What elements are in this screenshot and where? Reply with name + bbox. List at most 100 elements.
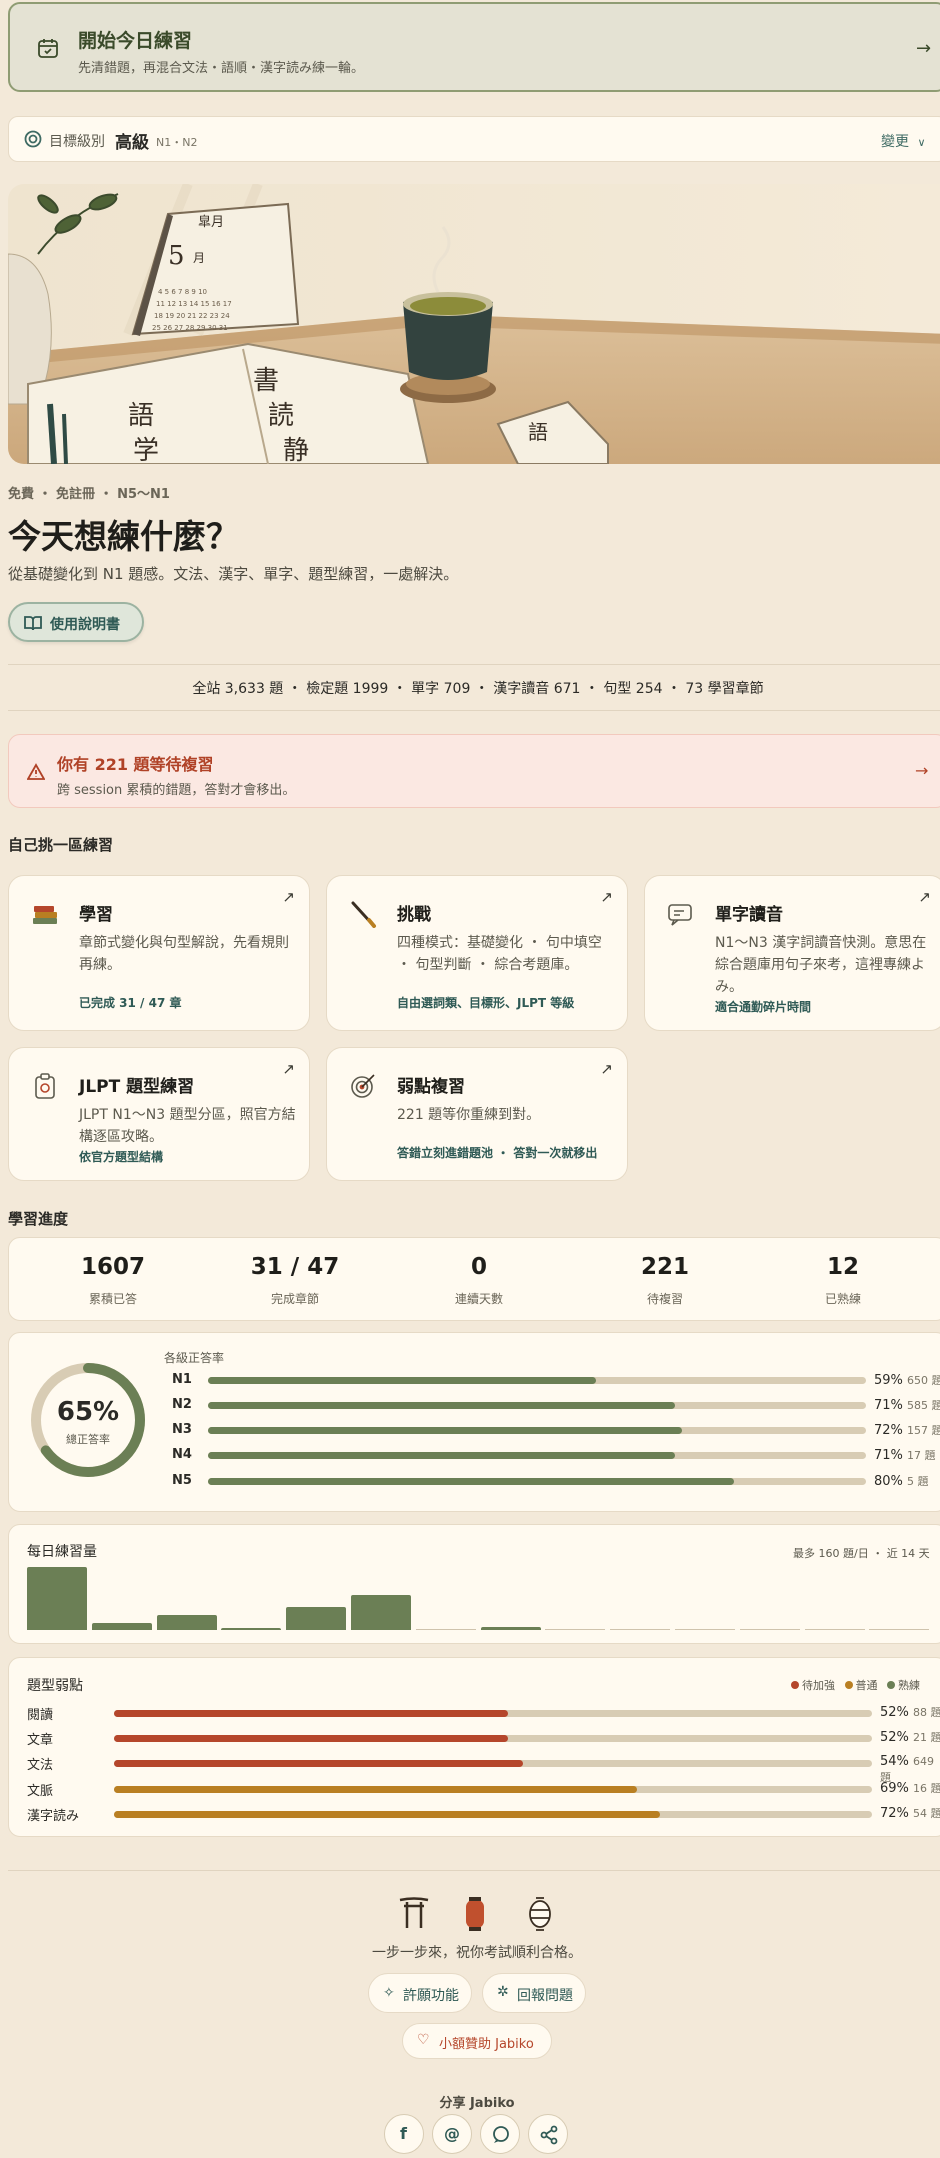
accuracy-heading: 各級正答率 [164,1351,225,1365]
review-alert-title: 你有 221 題等待複習 [57,755,214,774]
svg-text:25 26 27 28 29 30 31: 25 26 27 28 29 30 31 [152,324,228,332]
kpi-card: 1607 累積已答 31 / 47 完成章節 0 連續天數 221 待複習 12 已熟練 [8,1237,940,1321]
share-facebook-button[interactable]: f [384,2114,424,2154]
share-icon [540,2125,558,2145]
mode-desc: 章節式變化與句型解說，先看規則再練。 [79,935,289,973]
user-manual-button[interactable]: 使用說明書 [8,602,144,642]
warning-icon [27,763,45,780]
chart-bar-empty [869,1629,930,1630]
level-name: N2 [172,1397,192,1412]
level-accuracy-track [208,1377,866,1384]
calendar-day-text: 5 [168,241,185,271]
target-icon [24,130,42,148]
mode-tile-weakness-review[interactable]: 弱點複習 221 題等你重練到對。 答錯立刻進錯題池 ・ 答對一次就移出 ↗ [326,1047,628,1181]
chart-bar-empty [545,1629,606,1630]
mode-desc: JLPT N1〜N3 題型分區，照官方結構逐區攻略。 [79,1107,296,1145]
chart-note: 最多 160 題/日 ・ 近 14 天 [793,1547,930,1560]
target-level-selector[interactable]: 目標級別 高級 N1・N2 變更 ∨ [8,116,940,162]
weakness-pct: 52% 21 題 [880,1729,940,1745]
level-pct: 71% [874,1398,903,1413]
mode-tile-vocab-reading[interactable]: 單字讀音 N1〜N3 漢字詞讀音快測。意思在綜合題庫用句子來考，這裡專練よみ。 … [644,875,940,1031]
weakness-track [114,1710,872,1717]
weakness-track [114,1786,872,1793]
chart-bar [156,1615,217,1630]
change-level-label: 變更 [881,134,909,150]
mode-tile-challenge[interactable]: 挑戰 四種模式：基礎變化 ・ 句中填空 ・ 句型判斷 ・ 綜合考題庫。 自由選詞… [326,875,628,1031]
level-count: 17 題 [907,1449,936,1462]
calendar-icon [38,39,58,58]
level-accuracy-pct: 59% 650 題 [874,1372,940,1388]
user-manual-label: 使用說明書 [50,617,120,633]
weakness-fill [114,1811,660,1818]
mode-title: 弱點複習 [397,1077,465,1097]
level-count: 5 題 [907,1475,929,1488]
share-link-button[interactable] [528,2114,568,2154]
weakness-pct: 52% 88 題 [880,1704,940,1720]
book-char-3: 書 [253,366,279,396]
book-char-2: 学 [133,436,159,464]
book-char-1: 語 [128,401,154,431]
weakness-pct-value: 69% [880,1781,909,1796]
share-threads-button[interactable]: @ [432,2114,472,2154]
wish-button[interactable]: ✧ 許願功能 [368,1973,472,2013]
speech-icon [668,904,692,926]
level-name: N3 [172,1422,192,1437]
mode-footer: 自由選詞類、目標形、JLPT 等級 [397,996,575,1010]
modes-heading: 自己挑一區練習 [8,836,114,854]
level-count: 650 題 [907,1374,940,1387]
weakness-pct-value: 52% [880,1705,909,1720]
arrow-right-icon: ↗ [282,888,295,906]
bug-icon: ✲ [497,1984,509,2000]
arrow-right-icon: ↗ [282,1060,295,1078]
torii-icon [399,1897,429,1928]
clipboard-icon [35,1073,55,1099]
change-level-button[interactable]: 變更 ∨ [881,131,926,151]
weakness-count: 21 題 [913,1731,940,1744]
progress-heading: 學習進度 [8,1210,69,1228]
calendar-unit-text: 月 [193,251,205,265]
page-title: 今天想練什麼？ [8,517,239,556]
weakness-fill [114,1735,509,1742]
review-alert[interactable]: 你有 221 題等待複習 跨 session 累積的錯題，答對才會移出。 → [8,734,940,808]
share-line-button[interactable] [480,2114,520,2154]
chat-bubble-icon [493,2126,509,2143]
brush-icon [351,901,376,928]
weakness-count: 88 題 [913,1706,940,1719]
legend-label: 普通 [855,1679,878,1692]
report-button[interactable]: ✲ 回報問題 [482,1973,586,2013]
weakness-name: 文章 [27,1733,54,1748]
weakness-track [114,1811,872,1818]
legend-dot [791,1681,799,1689]
level-accuracy-fill [208,1402,676,1409]
level-accuracy-pct: 71% 17 題 [874,1447,936,1463]
level-accuracy-track [208,1427,866,1434]
hero-tagline: 免費 ・ 免註冊 ・ N5〜N1 [8,487,170,502]
level-pct: 80% [874,1474,903,1489]
chevron-down-icon: ∨ [917,136,926,149]
facebook-icon: f [400,2124,407,2143]
level-accuracy-fill [208,1452,676,1459]
donate-button[interactable]: ♡ 小額贊助 Jabiko [402,2023,552,2059]
arrow-right-icon: → [915,761,929,780]
report-label: 回報問題 [517,1988,573,2004]
arrow-right-icon: → [916,38,932,59]
level-pct: 71% [874,1448,903,1463]
level-count: 585 題 [907,1399,940,1412]
site-stats: 全站 3,633 題 ・ 檢定題 1999 ・ 單字 709 ・ 漢字讀音 67… [192,681,764,697]
weakness-track [114,1735,872,1742]
chart-bar-empty [675,1629,735,1630]
legend-label: 待加強 [802,1679,835,1692]
mode-tile-learn[interactable]: 學習 章節式變化與句型解說，先看規則再練。 已完成 31 / 47 章 ↗ [8,875,310,1031]
legend-label: 熟練 [898,1679,920,1692]
divider [8,1870,940,1871]
legend-dot [887,1681,895,1689]
legend-dot [844,1681,853,1689]
mode-tile-jlpt[interactable]: JLPT 題型練習 JLPT N1〜N3 題型分區，照官方結構逐區攻略。 依官方… [8,1047,310,1181]
lantern-icon [466,1897,484,1931]
level-pct: 72% [874,1423,903,1438]
mode-footer: 已完成 31 / 47 章 [79,996,182,1010]
target-icon [351,1074,375,1098]
banner-title: 開始今日練習 [78,30,193,52]
donate-label: 小額贊助 Jabiko [439,2037,534,2052]
start-practice-banner[interactable]: 開始今日練習 先清錯題，再混合文法・語順・漢字読み練一輪。 → [8,2,940,92]
